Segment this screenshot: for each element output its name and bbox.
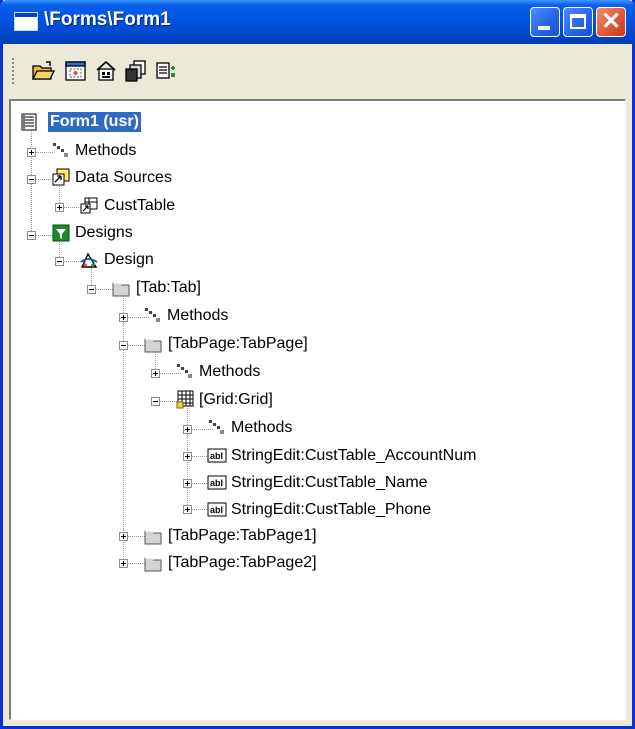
expand-button[interactable] bbox=[183, 425, 192, 434]
tree-item-tab[interactable]: [Tab:Tab] bbox=[136, 278, 201, 298]
tree-item-field-name[interactable]: StringEdit:CustTable_Name bbox=[231, 473, 428, 493]
tree-item-grid[interactable]: [Grid:Grid] bbox=[199, 390, 273, 410]
close-button[interactable]: ✕ bbox=[596, 7, 626, 37]
minimize-button[interactable] bbox=[530, 7, 560, 37]
minimize-icon bbox=[538, 26, 550, 30]
form-layout-icon[interactable] bbox=[64, 59, 88, 83]
expand-button[interactable] bbox=[183, 479, 192, 488]
data-source-table-icon bbox=[80, 197, 98, 214]
methods-icon bbox=[145, 308, 160, 322]
tree-item-grid-methods[interactable]: Methods bbox=[231, 418, 292, 438]
expand-button[interactable] bbox=[183, 505, 192, 514]
expand-button[interactable] bbox=[27, 148, 36, 157]
tree-item-tab-page[interactable]: [TabPage:TabPage] bbox=[168, 334, 308, 354]
tab-page-icon bbox=[144, 338, 162, 353]
collapse-button[interactable] bbox=[119, 341, 128, 350]
expand-button[interactable] bbox=[151, 369, 160, 378]
tree-item-cust-table[interactable]: CustTable bbox=[104, 196, 175, 216]
svg-text:abl: abl bbox=[210, 505, 223, 515]
methods-icon bbox=[53, 143, 68, 157]
form-window: \Forms\Form1 ✕ Form1 (usr) Methods Data … bbox=[0, 0, 635, 729]
tab-page-icon bbox=[144, 557, 162, 572]
expand-button[interactable] bbox=[119, 559, 128, 568]
properties-icon[interactable] bbox=[94, 59, 118, 83]
maximize-icon bbox=[570, 14, 586, 29]
open-folder-icon[interactable] bbox=[31, 59, 55, 83]
tab-page-icon bbox=[144, 530, 162, 545]
design-icon bbox=[80, 252, 98, 268]
node-list-icon[interactable] bbox=[154, 59, 178, 83]
copy-objects-icon[interactable] bbox=[124, 59, 148, 83]
toolbar bbox=[3, 44, 632, 98]
tree-item-tab-methods[interactable]: Methods bbox=[167, 306, 228, 326]
tree-item-data-sources[interactable]: Data Sources bbox=[75, 168, 172, 188]
methods-icon bbox=[177, 364, 192, 378]
tab-control-icon bbox=[112, 282, 130, 297]
data-sources-icon bbox=[52, 168, 70, 186]
expand-button[interactable] bbox=[55, 203, 64, 212]
expand-button[interactable] bbox=[119, 313, 128, 322]
grid-icon bbox=[176, 390, 194, 409]
title-bar[interactable]: \Forms\Form1 ✕ bbox=[0, 0, 635, 44]
tree-item-designs[interactable]: Designs bbox=[75, 223, 133, 243]
tree-guide-line bbox=[123, 293, 124, 563]
form-icon bbox=[21, 113, 37, 131]
collapse-button[interactable] bbox=[87, 285, 96, 294]
methods-icon bbox=[209, 420, 224, 434]
tree-item-field-phone[interactable]: StringEdit:CustTable_Phone bbox=[231, 500, 431, 520]
window-title: \Forms\Form1 bbox=[44, 9, 171, 30]
string-edit-icon: abl bbox=[207, 448, 227, 463]
tree-item-field-account-num[interactable]: StringEdit:CustTable_AccountNum bbox=[231, 446, 476, 466]
designs-icon bbox=[52, 224, 70, 242]
tree-item-tab-page-methods[interactable]: Methods bbox=[199, 362, 260, 382]
collapse-button[interactable] bbox=[55, 257, 64, 266]
svg-text:abl: abl bbox=[210, 451, 223, 461]
svg-text:abl: abl bbox=[210, 478, 223, 488]
toolbar-grip[interactable] bbox=[12, 58, 14, 84]
tree-item-methods[interactable]: Methods bbox=[75, 141, 136, 161]
tree-item-tab-page-1[interactable]: [TabPage:TabPage1] bbox=[168, 526, 317, 546]
maximize-button[interactable] bbox=[563, 7, 593, 37]
tree-item-design[interactable]: Design bbox=[104, 250, 154, 270]
expand-button[interactable] bbox=[183, 452, 192, 461]
tree-item-form1[interactable]: Form1 (usr) bbox=[48, 112, 141, 132]
string-edit-icon: abl bbox=[207, 502, 227, 517]
close-icon: ✕ bbox=[600, 8, 622, 35]
tree-item-tab-page-2[interactable]: [TabPage:TabPage2] bbox=[168, 553, 317, 573]
aot-tree-view[interactable]: Form1 (usr) Methods Data Sources CustTab… bbox=[9, 99, 626, 720]
string-edit-icon: abl bbox=[207, 475, 227, 490]
collapse-button[interactable] bbox=[27, 231, 36, 240]
collapse-button[interactable] bbox=[27, 175, 36, 184]
collapse-button[interactable] bbox=[151, 397, 160, 406]
expand-button[interactable] bbox=[119, 532, 128, 541]
window-icon bbox=[14, 12, 38, 31]
